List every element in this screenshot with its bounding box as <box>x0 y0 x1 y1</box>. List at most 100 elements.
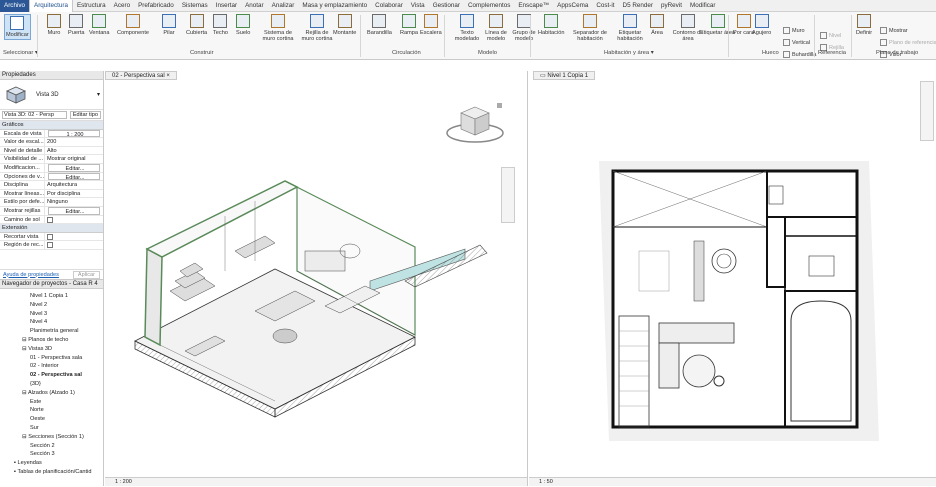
property-value[interactable]: Alto <box>45 147 103 155</box>
edit-type-button[interactable]: Editar tipo <box>69 111 101 119</box>
ribbon-group-label[interactable]: Seleccionar ▾ <box>3 50 38 56</box>
tree-node[interactable]: 02 - Interior <box>30 363 59 369</box>
tool-separador-de-habitaci-n-button[interactable]: Separador de habitación <box>572 14 608 42</box>
view-instance-selector[interactable]: Vista 3D: 02 - Persp <box>2 111 67 119</box>
property-row[interactable]: Mostrar rejillas Editar... <box>0 206 103 216</box>
property-value[interactable] <box>45 241 103 249</box>
tree-node[interactable]: 02 - Perspectiva sal <box>30 372 82 378</box>
menu-tab-acero[interactable]: Acero <box>110 0 134 12</box>
tool-componente-button[interactable]: Componente <box>117 14 149 36</box>
tool-modificar-button[interactable]: Modificar <box>4 14 31 40</box>
tab-view-plan[interactable]: ▭ Nivel 1 Copia 1 <box>533 71 596 80</box>
menu-tab-vista[interactable]: Vista <box>407 0 429 12</box>
property-row[interactable]: Región de rec... <box>0 241 103 250</box>
menu-tab-gestionar[interactable]: Gestionar <box>429 0 464 12</box>
tree-node[interactable]: Nivel 4 <box>30 319 47 325</box>
property-value[interactable]: 200 <box>45 138 103 146</box>
tool-nivel-button[interactable]: Nivel <box>820 32 841 39</box>
tool-montante-button[interactable]: Montante <box>333 14 356 36</box>
tree-node[interactable]: Este <box>30 399 41 405</box>
tree-node[interactable]: Sur <box>30 425 39 431</box>
tool-rejilla-de-muro-cortina-button[interactable]: Rejilla de muro cortina <box>299 14 335 42</box>
tool-agujero-button[interactable]: Agujero <box>752 14 771 36</box>
property-row[interactable]: Camino de sol <box>0 215 103 225</box>
apply-button[interactable]: Aplicar <box>72 270 100 279</box>
property-row[interactable]: Recortar vista <box>0 232 103 242</box>
ribbon-group-label[interactable]: Referencia <box>818 50 846 56</box>
menu-tab-d5-render[interactable]: D5 Render <box>619 0 657 12</box>
ribbon-group-label[interactable]: Modelo <box>478 50 497 56</box>
menu-tab-anotar[interactable]: Anotar <box>241 0 268 12</box>
property-row[interactable]: Disciplina Arquitectura <box>0 181 103 190</box>
tree-node[interactable]: {3D} <box>30 381 41 387</box>
ribbon-group-label[interactable]: Plano de trabajo <box>876 50 918 56</box>
property-row[interactable]: Valor de escal... 200 <box>0 138 103 147</box>
tree-node[interactable]: ⊟ Alzados (Alzado 1) <box>22 390 75 396</box>
tool-plano-de-referencia-button[interactable]: Plano de referencia <box>880 39 936 46</box>
tool-muro-button[interactable]: Muro <box>783 27 805 34</box>
tool-etiquetar-habitaci-n-button[interactable]: Etiquetar habitación <box>612 14 648 42</box>
property-row[interactable]: Nivel de detalle Alto <box>0 146 103 156</box>
tool-grupo-de-modelo-button[interactable]: Grupo de modelo <box>506 14 542 42</box>
category-graphics[interactable]: Gráficos <box>0 121 103 130</box>
property-row[interactable]: Estilo por defe... Ninguno <box>0 198 103 207</box>
menu-tab-prefabricado[interactable]: Prefabricado <box>134 0 178 12</box>
tree-node[interactable]: Planimetría general <box>30 328 79 334</box>
type-selector[interactable]: Vista 3D ▾ <box>0 80 103 110</box>
view-3d-perspective[interactable]: 02 - Perspectiva sal × 1 : 200 <box>105 71 528 486</box>
menu-tab-colaborar[interactable]: Colaborar <box>371 0 407 12</box>
property-value[interactable] <box>45 216 103 224</box>
menu-tab-masa-y-emplazamiento[interactable]: Masa y emplazamiento <box>298 0 371 12</box>
property-value[interactable]: Mostrar original <box>45 155 103 163</box>
property-row[interactable]: Opciones de v... Editar... <box>0 172 103 182</box>
property-value[interactable]: 1 : 200 <box>48 129 100 138</box>
menu-tab-estructura[interactable]: Estructura <box>73 0 110 12</box>
menu-tab-sistemas[interactable]: Sistemas <box>178 0 212 12</box>
tool-muro-button[interactable]: Muro <box>47 14 61 36</box>
properties-help-link[interactable]: Ayuda de propiedades <box>3 272 59 278</box>
property-value[interactable] <box>45 233 103 241</box>
tool-mostrar-button[interactable]: Mostrar <box>880 27 908 34</box>
tool--rea-button[interactable]: Área <box>650 14 664 36</box>
ribbon-group-label[interactable]: Hueco <box>762 50 779 56</box>
tool-sistema-de-muro-cortina-button[interactable]: Sistema de muro cortina <box>260 14 296 42</box>
property-value[interactable]: Editar... <box>48 163 100 172</box>
tree-node[interactable]: 01 - Perspectiva sala <box>30 355 82 361</box>
ribbon-group-label[interactable]: Circulación <box>392 50 421 56</box>
tree-node[interactable]: Sección 3 <box>30 451 55 457</box>
property-row[interactable]: Modificacion... Editar... <box>0 163 103 173</box>
tree-node[interactable]: Norte <box>30 407 44 413</box>
menu-tab-cost-it[interactable]: Cost-it <box>592 0 618 12</box>
tree-node[interactable]: ▪ Leyendas <box>14 460 42 466</box>
tab-view-3d[interactable]: 02 - Perspectiva sal × <box>105 71 177 80</box>
property-value[interactable]: Editar... <box>48 206 100 215</box>
tree-node[interactable]: Sección 2 <box>30 443 55 449</box>
tree-node[interactable]: Oeste <box>30 416 45 422</box>
property-value[interactable]: Editar... <box>48 172 100 181</box>
menu-tab-archivo[interactable]: Archivo <box>0 0 29 12</box>
tool-etiquetar-rea-button[interactable]: Etiquetar área <box>700 14 735 36</box>
property-row[interactable]: Visibilidad de ... Mostrar original <box>0 155 103 164</box>
checkbox[interactable] <box>47 216 53 223</box>
tool-definir-button[interactable]: Definir <box>856 14 872 36</box>
view-floor-plan[interactable]: ▭ Nivel 1 Copia 1 1 : 50 <box>529 71 936 486</box>
tool-barandilla-button[interactable]: Barandilla <box>367 14 392 36</box>
property-value[interactable]: Arquitectura <box>45 181 103 189</box>
tool-rampa-button[interactable]: Rampa <box>400 14 418 36</box>
view-scale[interactable]: 1 : 200 <box>115 479 132 485</box>
property-row[interactable]: Mostrar líneas... Por disciplina <box>0 189 103 199</box>
tool-cubierta-button[interactable]: Cubierta <box>186 14 207 36</box>
view-scale[interactable]: 1 : 50 <box>539 479 553 485</box>
property-value[interactable]: Por disciplina <box>45 190 103 198</box>
chevron-down-icon[interactable]: ▾ <box>97 91 100 98</box>
menu-tab-arquitectura[interactable]: Arquitectura <box>29 0 73 12</box>
tree-node[interactable]: Nivel 2 <box>30 302 47 308</box>
checkbox[interactable] <box>47 242 53 249</box>
property-value[interactable]: Ninguno <box>45 198 103 206</box>
tool-habitaci-n-button[interactable]: Habitación <box>538 14 564 36</box>
menu-tab-modificar[interactable]: Modificar <box>686 0 720 12</box>
tool-escalera-button[interactable]: Escalera <box>420 14 442 36</box>
tool-suelo-button[interactable]: Suelo <box>236 14 250 36</box>
tool-por-cara-button[interactable]: Por cara <box>733 14 754 36</box>
menu-tab-analizar[interactable]: Analizar <box>268 0 299 12</box>
